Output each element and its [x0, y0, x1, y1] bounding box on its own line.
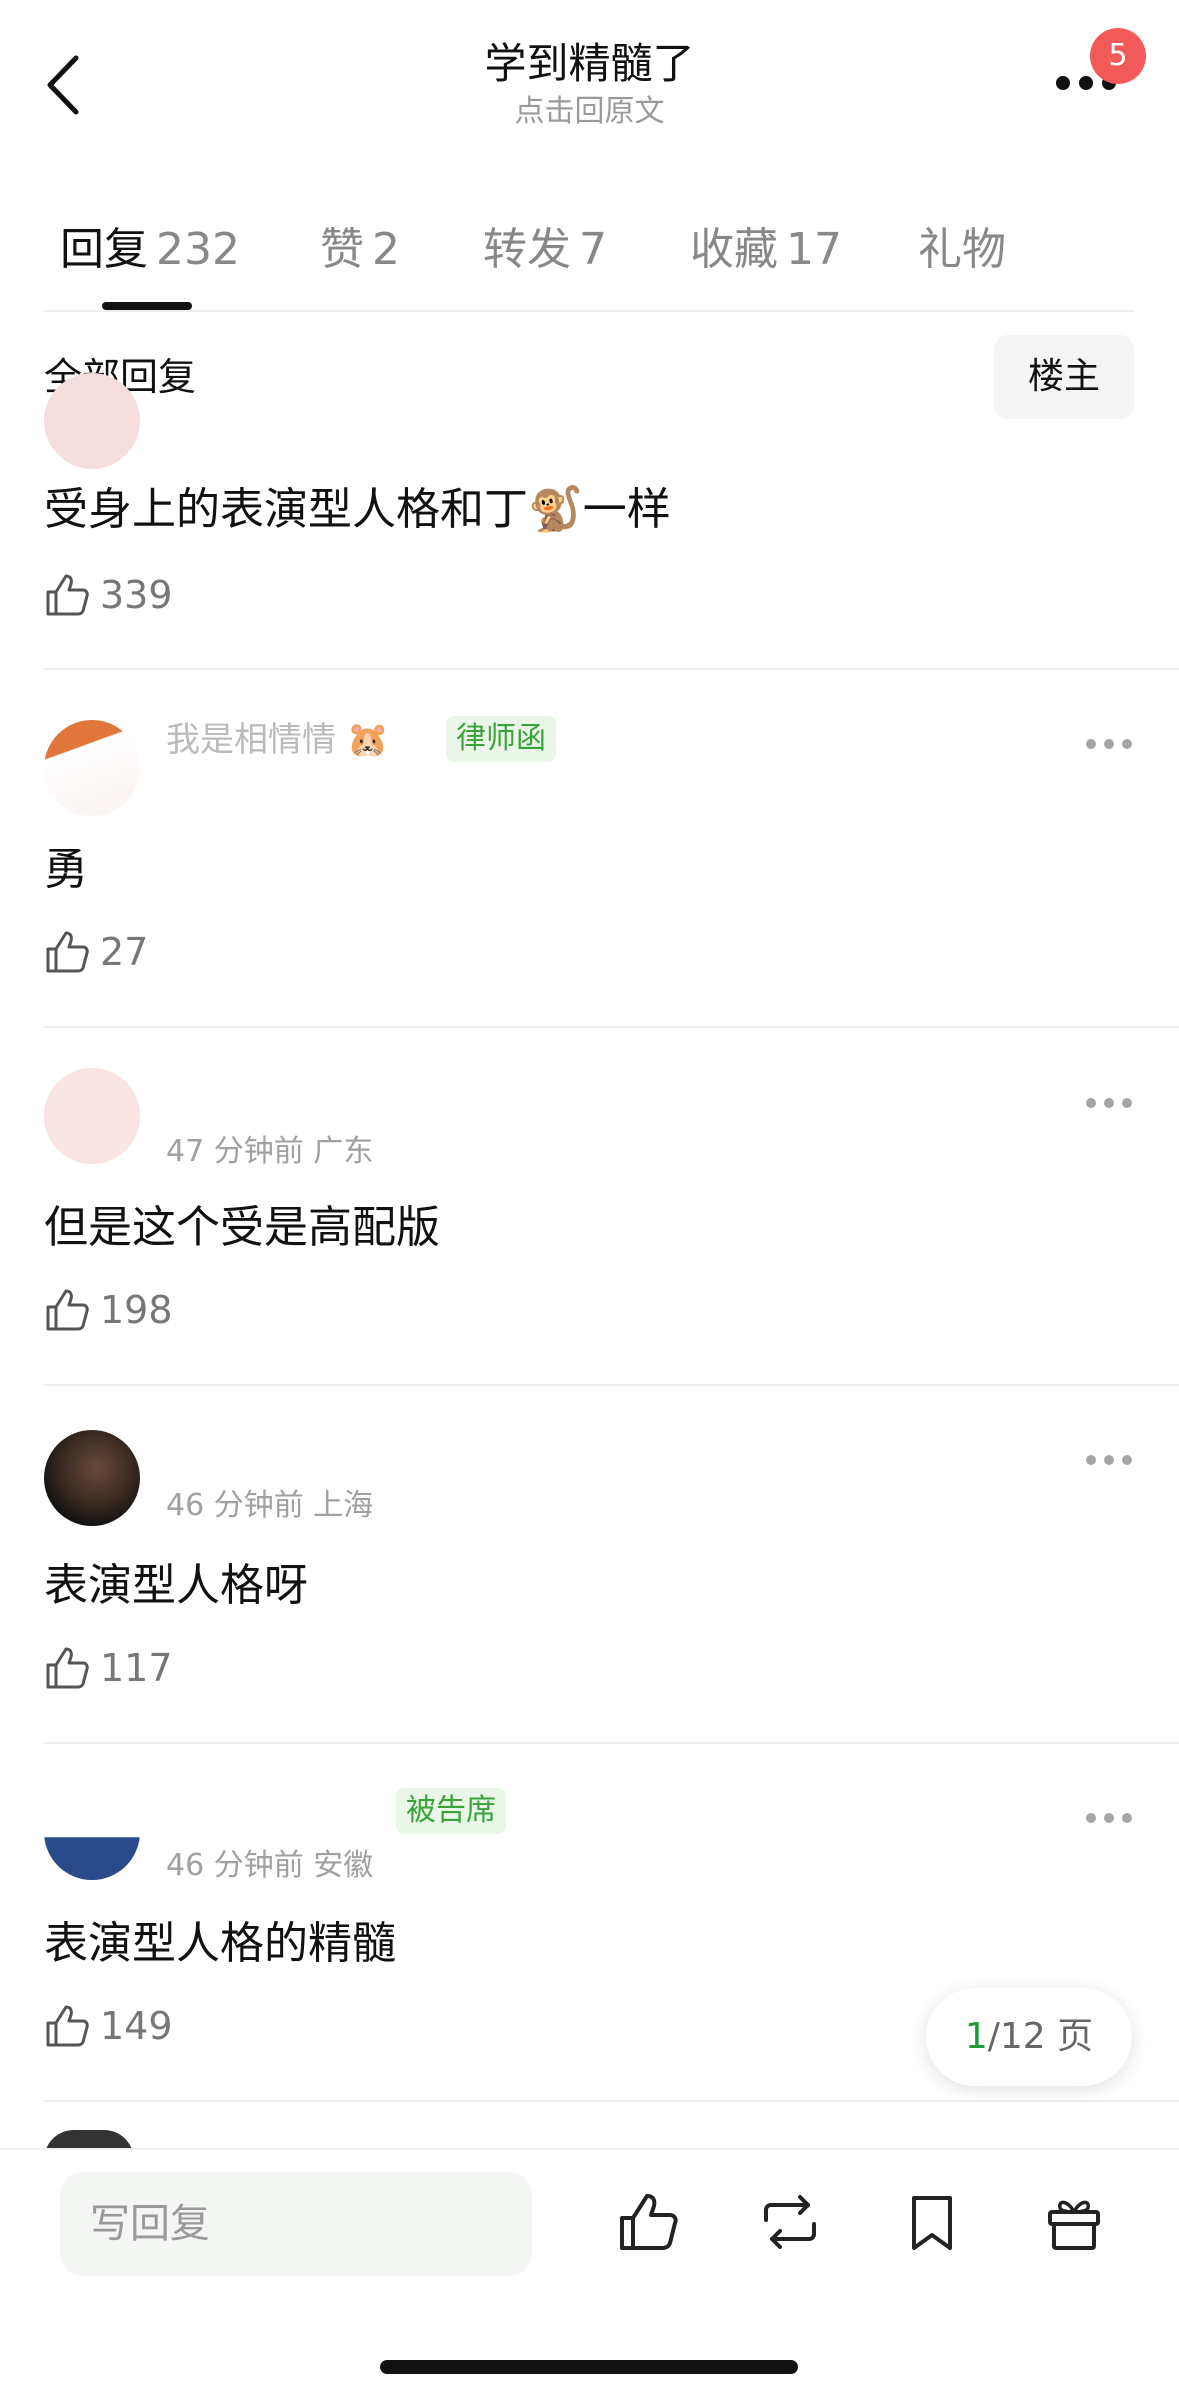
- active-tab-indicator: [102, 302, 192, 310]
- like-count: 117: [100, 1646, 173, 1690]
- avatar[interactable]: [44, 1068, 140, 1164]
- gift-icon: [1048, 2200, 1100, 2250]
- user-tag: 律师函: [446, 716, 556, 762]
- like-count: 198: [100, 1288, 173, 1332]
- tab-count: 7: [579, 224, 607, 275]
- more-dot-icon: [1056, 76, 1070, 90]
- like-count: 149: [100, 2004, 173, 2048]
- comment-more-button[interactable]: [1084, 1095, 1134, 1111]
- tab-count: 2: [372, 224, 400, 275]
- avatar[interactable]: [44, 373, 140, 469]
- user-tag: 被告席: [396, 1788, 506, 1834]
- like-button[interactable]: 27: [44, 927, 204, 977]
- more-dot-icon: [1086, 1455, 1096, 1465]
- thumbs-up-icon: [46, 2005, 89, 2047]
- tab-label: 礼物: [918, 224, 1006, 275]
- comment-item: 46 分钟前 上海 表演型人格呀 117: [0, 1386, 1179, 1744]
- more-dot-icon: [1086, 1098, 1096, 1108]
- comment-text: 但是这个受是高配版: [44, 1202, 440, 1253]
- more-dot-icon: [1079, 76, 1093, 90]
- avatar[interactable]: [44, 1784, 140, 1880]
- comment-text: 表演型人格呀: [44, 1560, 308, 1611]
- back-to-post-link[interactable]: 点击回原文: [0, 92, 1179, 132]
- bookmark-icon: [912, 2196, 952, 2250]
- title-block: 学到精髓了 点击回原文: [0, 36, 1179, 132]
- comment-text: 勇: [44, 844, 88, 895]
- comment-item: 47 分钟前 广东 但是这个受是高配版 198: [0, 1028, 1179, 1386]
- total-pages: /12 页: [987, 2016, 1094, 2057]
- more-dot-icon: [1086, 1813, 1096, 1823]
- comment-item: 受身上的表演型人格和丁🐒一样 339: [0, 373, 1179, 670]
- avatar[interactable]: [44, 1430, 140, 1526]
- tab-bar: 回复 232 赞2 转发 7 收藏 17 礼物: [0, 205, 1179, 310]
- comment-meta: 47 分钟前 广东: [166, 1134, 374, 1169]
- tab-favorites[interactable]: 收藏 17: [690, 220, 842, 280]
- comment-text: 表演型人格的精髓: [44, 1918, 396, 1969]
- repost-button[interactable]: [758, 2190, 822, 2254]
- comment-more-button[interactable]: [1084, 736, 1134, 752]
- like-post-button[interactable]: [616, 2190, 680, 2254]
- like-count: 339: [100, 573, 173, 617]
- thumbs-up-icon: [46, 931, 89, 973]
- tab-label: 赞: [320, 224, 364, 275]
- comment-meta: 46 分钟前 安徽: [166, 1848, 374, 1883]
- more-dot-icon: [1104, 739, 1114, 749]
- home-indicator: [380, 2360, 798, 2374]
- more-dot-icon: [1104, 1455, 1114, 1465]
- tab-replies[interactable]: 回复 232: [60, 220, 240, 280]
- comment-text: 受身上的表演型人格和丁🐒一样: [44, 484, 671, 535]
- like-count: 27: [100, 930, 149, 974]
- comment-more-button[interactable]: [1084, 1452, 1134, 1468]
- tab-reposts[interactable]: 转发 7: [483, 220, 607, 280]
- more-dot-icon: [1122, 1813, 1132, 1823]
- owner-only-button[interactable]: 楼主: [994, 335, 1134, 419]
- tab-gifts[interactable]: 礼物: [918, 220, 1006, 280]
- username[interactable]: 我是相情情 🐹: [166, 712, 389, 761]
- tab-label: 收藏: [690, 224, 778, 275]
- avatar[interactable]: [44, 720, 140, 816]
- divider: [44, 2100, 1179, 2102]
- comment-item: 我是相情情 🐹 律师函 勇 27: [0, 670, 1179, 1028]
- tab-label: 回复: [60, 224, 148, 275]
- page-title: 学到精髓了: [484, 39, 695, 88]
- reply-input[interactable]: 写回复: [60, 2172, 532, 2276]
- more-dot-icon: [1086, 739, 1096, 749]
- divider: [44, 310, 1134, 312]
- gift-button[interactable]: [1042, 2190, 1106, 2254]
- like-button[interactable]: 149: [44, 2001, 204, 2051]
- thumbs-up-icon: [46, 1289, 89, 1331]
- thumbs-up-icon: [46, 574, 89, 616]
- repost-icon: [764, 2195, 816, 2249]
- more-dot-icon: [1122, 739, 1132, 749]
- more-dot-icon: [1122, 1098, 1132, 1108]
- current-page: 1: [964, 2016, 988, 2057]
- bookmark-button[interactable]: [900, 2190, 964, 2254]
- tab-count: 17: [786, 224, 842, 275]
- like-button[interactable]: 339: [44, 570, 204, 620]
- more-dot-icon: [1104, 1098, 1114, 1108]
- thumbs-up-icon: [46, 1647, 89, 1689]
- like-button[interactable]: 117: [44, 1643, 204, 1693]
- tab-label: 转发: [483, 224, 571, 275]
- like-icon: [620, 2194, 678, 2250]
- tab-count: 232: [156, 224, 240, 275]
- more-dot-icon: [1122, 1455, 1132, 1465]
- comment-more-button[interactable]: [1084, 1810, 1134, 1826]
- page-indicator[interactable]: 1/12 页: [926, 1988, 1132, 2086]
- tab-likes[interactable]: 赞2: [320, 220, 400, 280]
- notification-badge: 5: [1090, 28, 1146, 84]
- like-button[interactable]: 198: [44, 1285, 204, 1335]
- top-navigation-bar: 学到精髓了 点击回原文 5: [0, 0, 1179, 170]
- more-dot-icon: [1104, 1813, 1114, 1823]
- comment-meta: 46 分钟前 上海: [166, 1488, 374, 1523]
